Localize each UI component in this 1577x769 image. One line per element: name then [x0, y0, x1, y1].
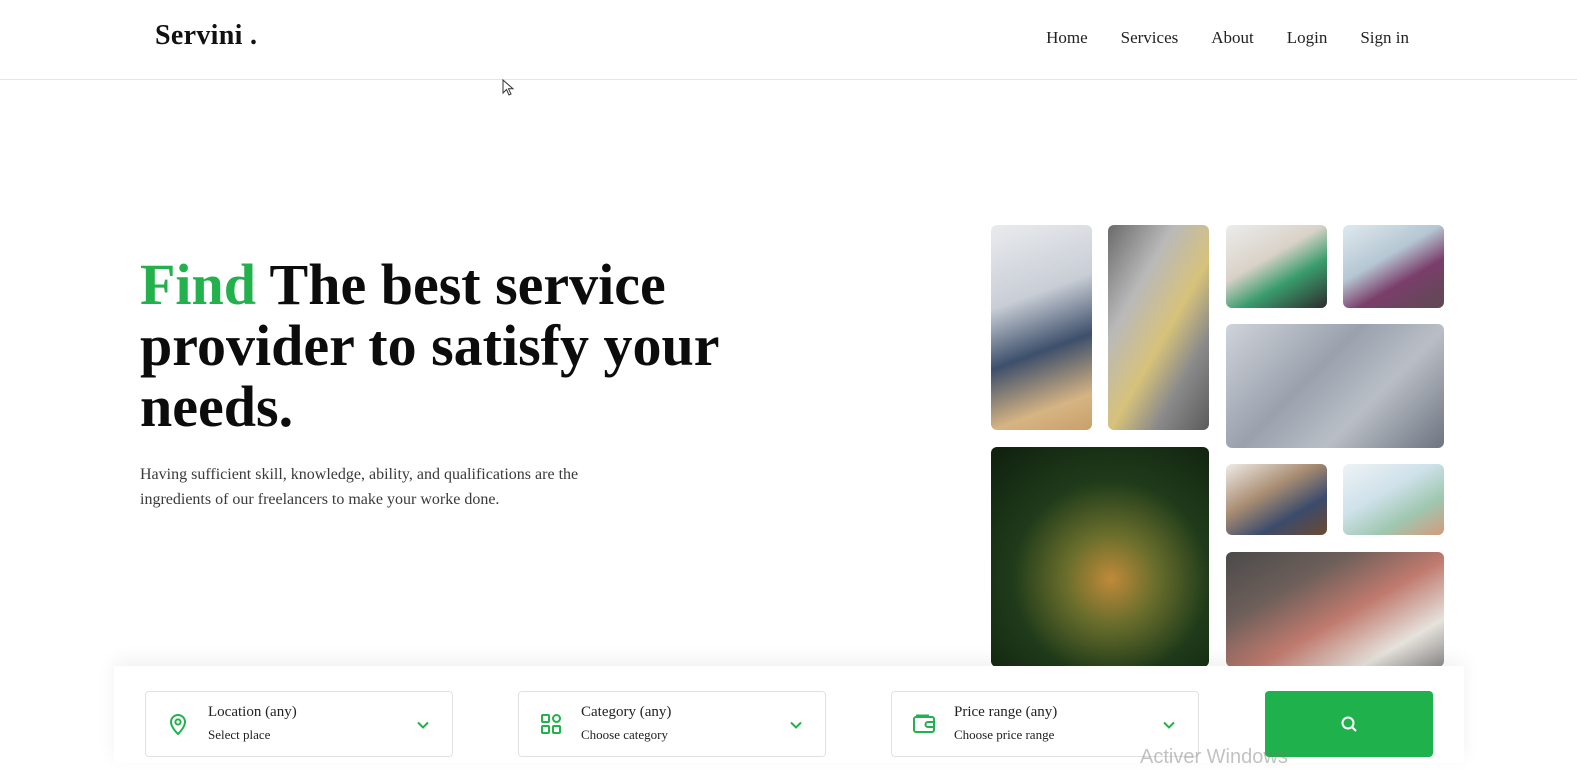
site-header: Servini . Home Services About Login Sign… [0, 0, 1577, 80]
cleaning-photo [1226, 225, 1327, 308]
hero-title: Find The best service provider to satisf… [140, 254, 780, 437]
nav-about[interactable]: About [1211, 28, 1254, 48]
dishwashing-photo [1226, 324, 1444, 448]
nav-sign-in[interactable]: Sign in [1360, 28, 1409, 48]
category-placeholder: Choose category [581, 727, 669, 742]
windows-activation-watermark: Activer Windows [1140, 746, 1288, 768]
main-nav: Home Services About Login Sign in [1046, 28, 1409, 48]
gardening-photo [991, 447, 1209, 667]
chevron-down-icon [1163, 721, 1175, 729]
map-pin-icon [169, 714, 187, 736]
nav-login[interactable]: Login [1287, 28, 1328, 48]
childcare-photo [1343, 464, 1444, 535]
nav-services[interactable]: Services [1121, 28, 1179, 48]
grid-icon [541, 714, 561, 734]
hero-description: Having sufficient skill, knowledge, abil… [140, 466, 579, 508]
logo[interactable]: Servini . [155, 20, 257, 52]
mouse-cursor-icon [502, 79, 515, 96]
price-range-placeholder: Choose price range [954, 727, 1055, 742]
price-range-label: Price range (any) [954, 704, 1058, 720]
wallet-icon [913, 714, 935, 733]
category-label: Category (any) [581, 704, 672, 720]
chevron-down-icon [790, 721, 802, 729]
location-placeholder: Select place [208, 727, 271, 742]
handsaw-photo [1108, 225, 1209, 430]
location-select[interactable]: Location (any) Select place [145, 691, 453, 757]
nanny-photo [1343, 225, 1444, 308]
chevron-down-icon [417, 721, 429, 729]
workshop-photo [1226, 464, 1327, 535]
search-icon [1341, 716, 1357, 732]
nav-home[interactable]: Home [1046, 28, 1088, 48]
carpenter-photo [991, 225, 1092, 430]
hero-title-accent: Find [140, 252, 257, 317]
location-label: Location (any) [208, 704, 297, 720]
search-button[interactable] [1265, 691, 1433, 757]
tutoring-photo [1226, 552, 1444, 667]
category-select[interactable]: Category (any) Choose category [518, 691, 826, 757]
